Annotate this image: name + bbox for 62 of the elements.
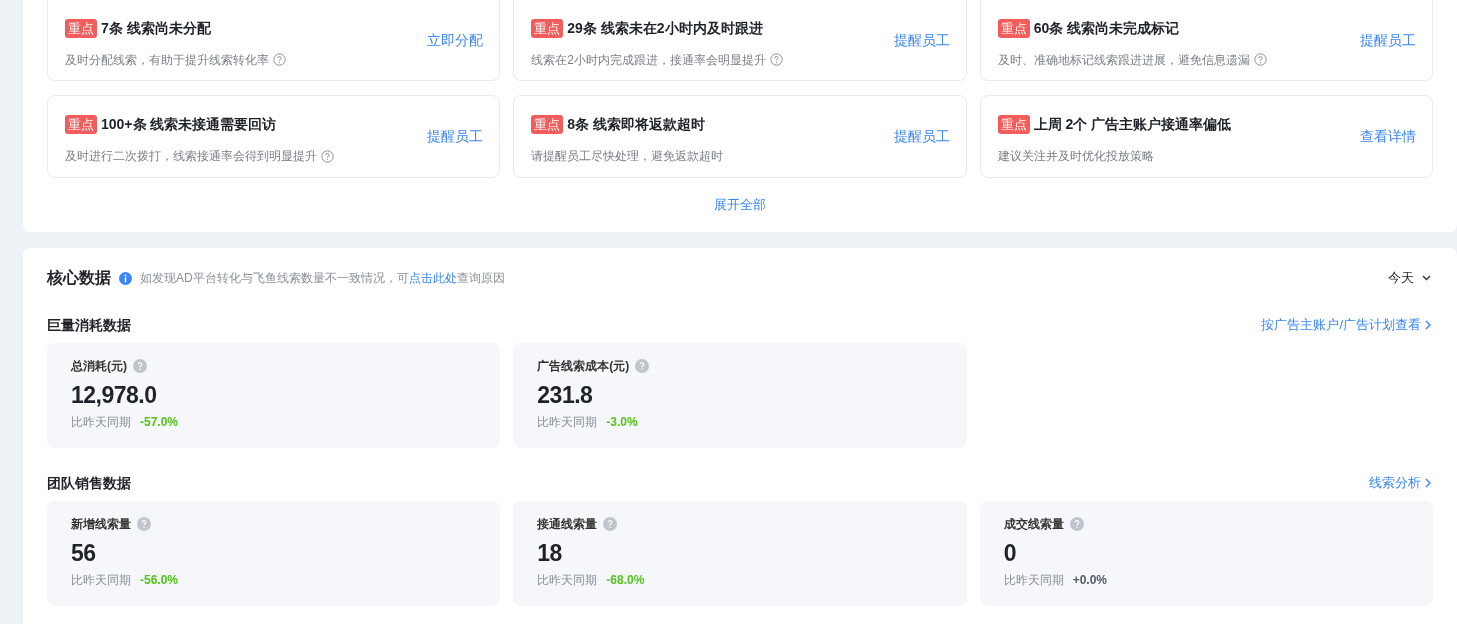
compare-label: 比昨天同期 xyxy=(71,414,131,431)
view-link[interactable]: 按广告主账户/广告计划查看 xyxy=(1261,315,1431,335)
change-value: -57.0% xyxy=(140,414,179,431)
help-icon xyxy=(133,359,147,373)
help-icon xyxy=(1069,517,1084,531)
alert-description: 及时进行二次拨打，线索接通率会得到明显提升 xyxy=(65,148,317,165)
info-icon xyxy=(119,271,132,285)
metric-value: 12,978.0 xyxy=(71,381,158,410)
metric-label: 新增线索量 xyxy=(71,516,131,533)
metric-value: 18 xyxy=(537,539,563,568)
alert-action-link[interactable]: 查看详情 xyxy=(1360,126,1416,147)
alert-description: 线索在2小时内完成跟进，接通率会明显提升 xyxy=(531,51,766,69)
priority-badge: 重点 xyxy=(531,115,564,134)
alert-action-link[interactable]: 立即分配 xyxy=(427,29,484,51)
compare-label: 比昨天同期 xyxy=(537,572,598,589)
change-value: +0.0% xyxy=(1072,572,1107,589)
priority-badge: 重点 xyxy=(997,18,1030,38)
change-value: -56.0% xyxy=(140,572,179,589)
alert-title: 60条 线索尚未完成标记 xyxy=(1033,18,1180,38)
priority-badge: 重点 xyxy=(65,18,97,38)
priority-badge: 重点 xyxy=(997,115,1030,134)
chevron-right-icon xyxy=(1425,478,1431,488)
change-value: -3.0% xyxy=(606,414,638,431)
subsection-title: 巨量消耗数据 xyxy=(47,315,131,335)
alert-title: 8条 线索即将返款超时 xyxy=(567,115,705,134)
help-icon xyxy=(603,517,618,531)
alert-action-link[interactable]: 提醒员工 xyxy=(1360,29,1416,51)
notice-link[interactable]: 点击此处 xyxy=(408,271,457,285)
compare-label: 比昨天同期 xyxy=(71,572,131,589)
alert-description: 及时、准确地标记线索跟进进展，避免信息遗漏 xyxy=(997,51,1250,69)
alert-title: 7条 线索尚未分配 xyxy=(101,18,211,38)
alert-description: 请提醒员工尽快处理，避免返款超时 xyxy=(531,148,724,165)
alert-description: 及时分配线索，有助于提升线索转化率 xyxy=(65,51,269,69)
chevron-down-icon xyxy=(1422,275,1431,281)
metric-label: 接通线索量 xyxy=(537,516,598,533)
compare-label: 比昨天同期 xyxy=(537,414,598,431)
change-value: -68.0% xyxy=(606,572,645,589)
chevron-right-icon xyxy=(1425,320,1431,330)
priority-badge: 重点 xyxy=(531,18,564,38)
metric-value: 0 xyxy=(1003,539,1017,568)
view-link[interactable]: 线索分析 xyxy=(1369,473,1431,493)
priority-badge: 重点 xyxy=(65,115,97,134)
alert-title: 上周 2个 广告主账户接通率偏低 xyxy=(1033,115,1232,134)
period-dropdown[interactable]: 今天 xyxy=(1388,268,1431,288)
section-title: 核心数据 xyxy=(47,268,111,288)
help-icon xyxy=(137,517,151,531)
alert-title: 100+条 线索未接通需要回访 xyxy=(101,115,277,134)
alert-description: 建议关注并及时优化投放策略 xyxy=(997,148,1154,165)
metric-label: 总消耗(元) xyxy=(71,358,127,375)
metric-label: 广告线索成本(元) xyxy=(537,358,630,375)
notice-text: 如发现AD平台转化与飞鱼线索数量不一致情况，可点击此处查询原因 xyxy=(140,270,505,287)
subsection-title: 团队销售数据 xyxy=(47,473,131,493)
expand-all-link[interactable]: 展开全部 xyxy=(714,195,766,215)
compare-label: 比昨天同期 xyxy=(1003,572,1064,589)
help-icon xyxy=(635,359,650,373)
metric-value: 56 xyxy=(71,539,97,568)
metric-label: 成交线索量 xyxy=(1003,516,1064,533)
alert-action-link[interactable]: 提醒员工 xyxy=(893,126,950,147)
alert-action-link[interactable]: 提醒员工 xyxy=(893,29,950,51)
alert-title: 29条 线索未在2小时内及时跟进 xyxy=(567,18,763,38)
metric-value: 231.8 xyxy=(537,381,594,410)
alert-action-link[interactable]: 提醒员工 xyxy=(427,126,484,147)
